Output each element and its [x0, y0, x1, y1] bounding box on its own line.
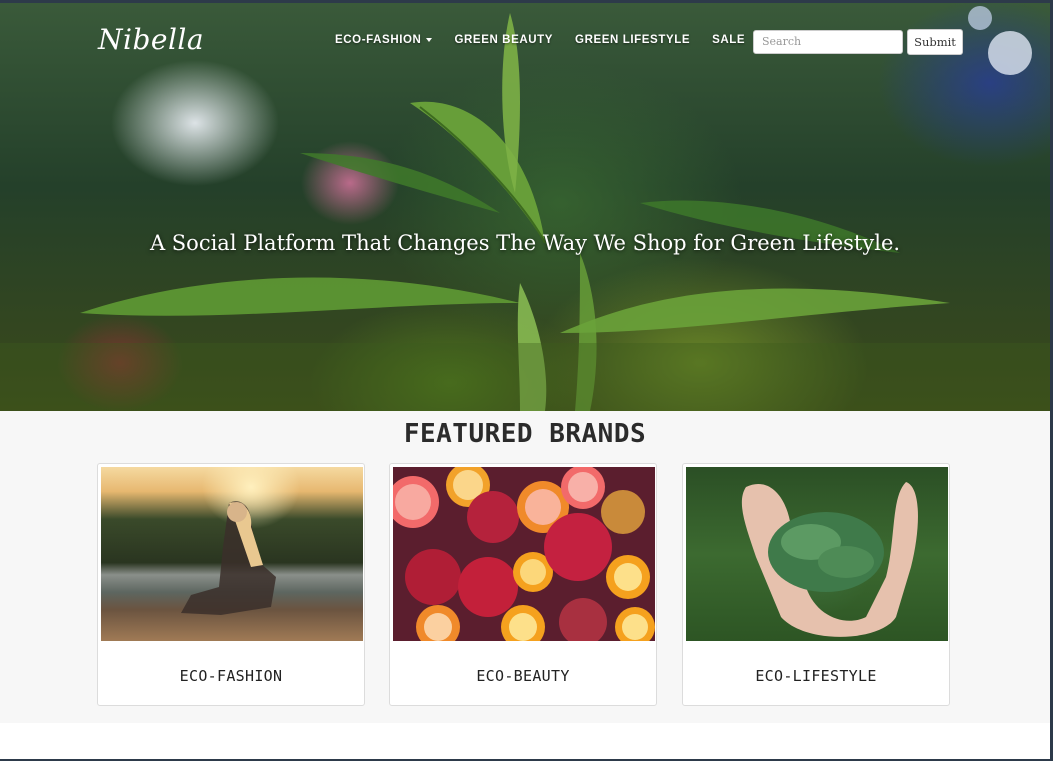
nav-item-label: ECO-FASHION — [335, 34, 422, 46]
navbar: Nibella ECO-FASHION GREEN BEAUTY GREEN L… — [0, 3, 1050, 83]
nav-item-green-beauty[interactable]: GREEN BEAUTY — [454, 34, 553, 46]
submit-button[interactable]: Submit — [907, 29, 963, 55]
nav-links: ECO-FASHION GREEN BEAUTY GREEN LIFESTYLE… — [335, 34, 767, 46]
beauty-image-art — [393, 467, 655, 641]
hero-banner: Nibella ECO-FASHION GREEN BEAUTY GREEN L… — [0, 3, 1050, 411]
page: Nibella ECO-FASHION GREEN BEAUTY GREEN L… — [0, 3, 1050, 759]
nav-item-green-lifestyle[interactable]: GREEN LIFESTYLE — [575, 34, 690, 46]
brand-logo[interactable]: Nibella — [98, 23, 204, 56]
hands-pine-sprigs-image[interactable] — [686, 467, 948, 641]
search-input[interactable]: Search — [753, 30, 903, 54]
citrus-pomegranate-image[interactable] — [393, 467, 655, 641]
card-label: ECO-BEAUTY — [476, 667, 570, 685]
lifestyle-image-art — [741, 482, 918, 637]
fashion-image-art — [181, 501, 276, 615]
woman-sunset-lake-image[interactable] — [101, 467, 363, 641]
brand-card-eco-fashion[interactable]: ECO-FASHION — [97, 463, 365, 706]
nav-item-sale[interactable]: SALE — [712, 34, 745, 46]
hero-tagline: A Social Platform That Changes The Way W… — [149, 231, 901, 255]
card-label: ECO-LIFESTYLE — [755, 667, 877, 685]
nav-item-eco-fashion[interactable]: ECO-FASHION — [335, 34, 433, 46]
caret-down-icon — [426, 37, 433, 42]
card-label: ECO-FASHION — [179, 667, 283, 685]
section-title: FEATURED BRANDS — [403, 419, 647, 449]
brand-card-eco-beauty[interactable]: ECO-BEAUTY — [389, 463, 657, 706]
brand-card-eco-lifestyle[interactable]: ECO-LIFESTYLE — [682, 463, 950, 706]
page-footer-space — [0, 723, 1050, 759]
featured-brands-section: FEATURED BRANDS ECO-FASHION ECO-BEAUTY E… — [0, 411, 1050, 723]
